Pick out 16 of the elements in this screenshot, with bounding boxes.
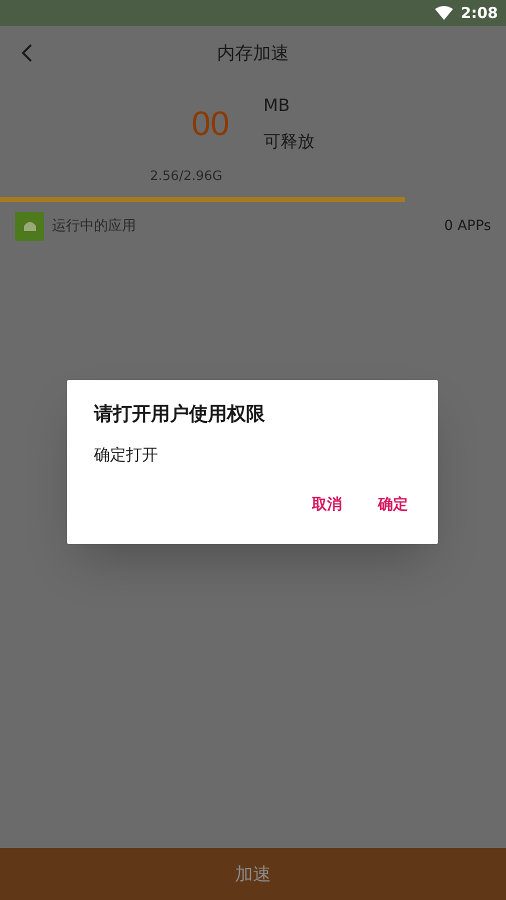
back-icon [21, 43, 33, 63]
dialog-title: 请打开用户使用权限 [94, 402, 266, 427]
unit-label: MB [263, 95, 291, 118]
speed-up-button[interactable]: 加速 [0, 848, 506, 900]
running-apps-label: 运行中的应用 [52, 216, 136, 236]
dialog-message: 确定打开 [94, 444, 159, 466]
dialog-button[interactable]: 确定 [378, 492, 408, 515]
wifi-icon [434, 6, 453, 20]
memory-amount: 00 [192, 104, 230, 145]
page-title: 内存加速 [217, 42, 289, 66]
android-icon [15, 212, 44, 240]
memory-usage: 2.56/2.96G [150, 168, 222, 186]
clock: 2:08 [460, 2, 498, 24]
dialog-button[interactable]: 取消 [312, 492, 342, 515]
caption-label: 可释放 [263, 130, 314, 154]
app-count: 0 APPs [444, 216, 491, 236]
